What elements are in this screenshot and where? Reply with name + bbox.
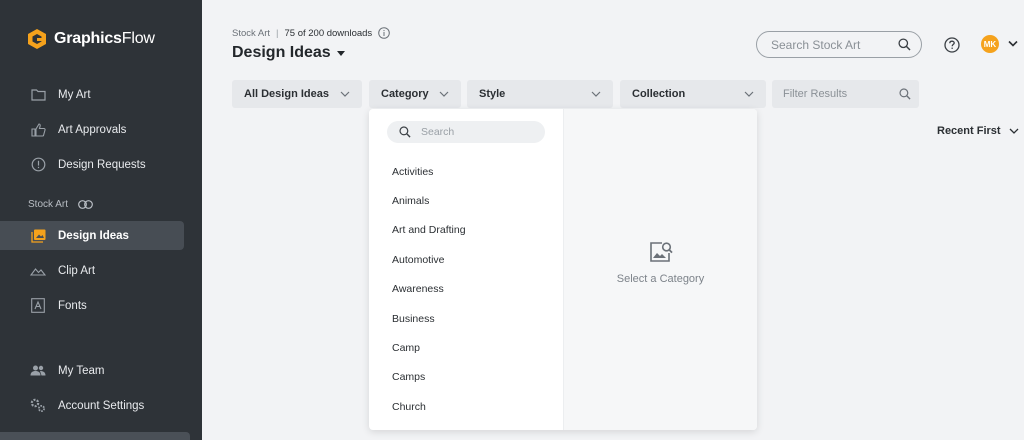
logo-text: GraphicsFlow [54, 30, 155, 47]
category-list-panel: Activities Animals Art and Drafting Auto… [369, 109, 563, 430]
info-icon[interactable] [378, 27, 390, 39]
style-filter[interactable]: Style [467, 80, 613, 108]
mountain-icon [30, 263, 46, 279]
filter-label: Collection [632, 88, 686, 100]
category-dropdown-panel: Activities Animals Art and Drafting Auto… [369, 109, 757, 430]
link-icon[interactable] [78, 200, 93, 209]
breadcrumb: Stock Art | 75 of 200 downloads [232, 27, 390, 39]
empty-state-text: Select a Category [616, 273, 705, 285]
category-item[interactable]: Camps [369, 363, 563, 392]
category-item[interactable]: Awareness [369, 275, 563, 304]
sidebar-item-label: My Team [58, 364, 105, 377]
filter-results-input[interactable] [783, 88, 883, 100]
sidebar-item-label: Fonts [58, 299, 87, 312]
settings-icon [30, 398, 46, 414]
sidebar-item-label: Design Requests [58, 158, 146, 171]
sidebar-item-my-team[interactable]: My Team [0, 356, 184, 385]
sidebar-item-label: Design Ideas [58, 229, 129, 242]
category-filter[interactable]: Category [369, 80, 461, 108]
chevron-down-icon [439, 91, 449, 97]
help-icon[interactable] [944, 37, 960, 53]
image-search-icon [649, 242, 673, 262]
sidebar-item-label: Art Approvals [58, 123, 127, 136]
category-preview-panel: Select a Category [563, 109, 757, 430]
breadcrumb-separator: | [276, 27, 279, 39]
sidebar-bottom-item[interactable] [0, 432, 190, 440]
category-item[interactable]: Activities [369, 157, 563, 186]
stock-art-search[interactable] [756, 31, 922, 58]
search-icon[interactable] [899, 88, 911, 100]
filter-label: Style [479, 88, 506, 100]
page-title: Design Ideas [232, 44, 331, 61]
category-item[interactable]: Church [369, 392, 563, 421]
alert-circle-icon [30, 157, 46, 173]
user-avatar[interactable]: MK [981, 35, 999, 53]
category-item[interactable]: Automotive [369, 245, 563, 274]
sidebar-item-fonts[interactable]: Fonts [0, 291, 184, 320]
category-search-input[interactable] [421, 126, 531, 138]
logo[interactable]: GraphicsFlow [26, 28, 155, 50]
font-icon [30, 298, 46, 314]
graphicsflow-logo-icon [28, 29, 46, 49]
search-icon[interactable] [898, 38, 911, 51]
sidebar-item-my-art[interactable]: My Art [0, 80, 184, 109]
image-gallery-icon [30, 228, 46, 244]
chevron-down-icon [591, 91, 601, 97]
design-ideas-filter[interactable]: All Design Ideas [232, 80, 362, 108]
category-item[interactable]: Animals [369, 186, 563, 215]
breadcrumb-stock-art[interactable]: Stock Art [232, 28, 270, 39]
sidebar-item-label: My Art [58, 88, 91, 101]
category-item[interactable]: Art and Drafting [369, 216, 563, 245]
chevron-down-icon [1009, 128, 1019, 134]
chevron-down-icon[interactable] [1008, 40, 1018, 48]
caret-down-icon [336, 50, 345, 56]
filter-results[interactable] [772, 80, 919, 108]
collection-filter[interactable]: Collection [620, 80, 766, 108]
search-icon [399, 126, 411, 138]
sidebar-section-stock-art: Stock Art [28, 199, 93, 210]
category-item[interactable]: Camp [369, 333, 563, 362]
sidebar-item-account-settings[interactable]: Account Settings [0, 391, 184, 420]
sidebar: GraphicsFlow My Art Art Approvals Design… [0, 0, 202, 440]
chevron-down-icon [340, 91, 350, 97]
sidebar-item-design-requests[interactable]: Design Requests [0, 150, 184, 179]
filter-label: Category [381, 88, 429, 100]
sidebar-item-label: Clip Art [58, 264, 96, 277]
sort-dropdown[interactable]: Recent First [937, 125, 1019, 137]
download-count: 75 of 200 downloads [284, 27, 373, 39]
sidebar-item-design-ideas[interactable]: Design Ideas [0, 221, 184, 250]
category-search[interactable] [387, 121, 545, 143]
sidebar-item-label: Account Settings [58, 399, 145, 412]
section-label: Stock Art [28, 199, 69, 210]
page-title-dropdown[interactable]: Design Ideas [232, 44, 345, 62]
sort-label: Recent First [937, 125, 1001, 137]
thumbs-up-icon [30, 122, 46, 138]
filter-label: All Design Ideas [244, 88, 329, 100]
folder-icon [30, 87, 46, 103]
chevron-down-icon [744, 91, 754, 97]
empty-state: Select a Category [564, 241, 757, 285]
team-icon [30, 363, 46, 379]
sidebar-item-art-approvals[interactable]: Art Approvals [0, 115, 184, 144]
sidebar-item-clip-art[interactable]: Clip Art [0, 256, 184, 285]
stock-art-search-input[interactable] [771, 37, 891, 52]
category-item[interactable]: Business [369, 304, 563, 333]
category-list: Activities Animals Art and Drafting Auto… [369, 157, 563, 422]
